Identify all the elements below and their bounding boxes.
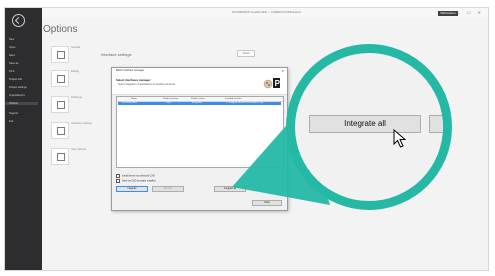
- user-options-icon: [57, 153, 65, 161]
- cell-status: Integrated: [192, 102, 202, 104]
- checkbox-box[interactable]: [116, 179, 120, 183]
- install-driver-checkbox[interactable]: Install driver into selected CAD: [116, 174, 155, 178]
- remove-button[interactable]: Remove: [152, 186, 184, 192]
- sidebar-item-exit[interactable]: Exit: [9, 120, 13, 123]
- page-title: Options: [43, 24, 78, 35]
- close-button[interactable]: Close: [252, 200, 282, 206]
- sidebar-item-save[interactable]: Save: [9, 54, 15, 57]
- integrate-all-button[interactable]: Integrate all: [214, 186, 246, 192]
- magnifier-lens: Integrate all: [286, 44, 452, 210]
- sidebar-item-support[interactable]: Support: [9, 112, 18, 115]
- sidebar-item-options[interactable]: Options: [5, 102, 38, 105]
- cell-location: C:\Program Files\SOLIDWORKS Corp: [226, 102, 264, 104]
- drawing-icon: [57, 101, 65, 109]
- sidebar-item-new[interactable]: New: [9, 38, 14, 41]
- category-general-label[interactable]: General: [71, 46, 80, 49]
- window-title: SOLIDWORKS Visualize 2016 — CADENAS PART…: [232, 11, 302, 14]
- category-general-tile[interactable]: [51, 46, 69, 63]
- sidebar: New Open Save Save as Print Project info…: [5, 8, 42, 270]
- cell-name: SOLIDWORKS: [122, 102, 137, 104]
- category-user-options-label[interactable]: User Options: [71, 148, 86, 151]
- category-drawings-tile[interactable]: [51, 96, 69, 113]
- batch-interface-dialog: Batch interface manager ✕ Select interfa…: [111, 67, 288, 211]
- column-header-version[interactable]: Product version: [163, 97, 178, 101]
- app-logo-icon: P: [263, 78, 281, 89]
- magnified-close-button[interactable]: [429, 115, 443, 133]
- dialog-heading: Select interfaces manager: [116, 78, 151, 82]
- mouse-cursor-icon: [393, 129, 407, 148]
- interface-icon: [57, 127, 65, 135]
- sidebar-item-open[interactable]: Open: [9, 46, 15, 49]
- save-template-checkbox[interactable]: Save as CAD template installed: [116, 179, 156, 183]
- category-editing-label[interactable]: Editing: [71, 70, 79, 73]
- column-header-name[interactable]: Name: [131, 97, 137, 101]
- cell-version: 2016: [166, 102, 171, 104]
- back-arrow-icon[interactable]: [12, 14, 25, 27]
- sidebar-item-project-settings[interactable]: Project settings: [9, 86, 27, 89]
- dialog-subheading: Select integration of applications to in…: [118, 83, 176, 86]
- checkbox-label: Install driver into selected CAD: [122, 174, 155, 178]
- table-row[interactable]: SOLIDWORKS 2016 Integrated C:\Program Fi…: [118, 102, 281, 105]
- panel-title: Interface settings: [101, 52, 132, 57]
- svg-text:P: P: [275, 79, 281, 88]
- category-interfaces-label[interactable]: Interfaces settings: [71, 122, 92, 125]
- magnifier-content: Integrate all: [295, 53, 443, 201]
- sidebar-item-import-export[interactable]: Import/Export: [9, 94, 25, 97]
- sidebar-item-project-info[interactable]: Project info: [9, 78, 22, 81]
- checkbox-box[interactable]: [116, 174, 120, 178]
- document-icon: [57, 75, 65, 83]
- general-icon: [57, 51, 65, 59]
- category-editing-tile[interactable]: [51, 70, 69, 87]
- title-bar: SOLIDWORKS Visualize 2016 — CADENAS PART…: [42, 8, 488, 18]
- sidebar-item-save-as[interactable]: Save as: [9, 62, 18, 65]
- interfaces-table: Name Product version Product status Inst…: [116, 96, 284, 168]
- integrate-button[interactable]: Integrate: [116, 186, 148, 192]
- column-header-location[interactable]: Installed location: [225, 97, 241, 101]
- category-interfaces-tile[interactable]: [51, 122, 69, 139]
- check-button[interactable]: Check: [237, 50, 255, 57]
- column-header-status[interactable]: Product status: [191, 97, 205, 101]
- checkbox-label: Save as CAD template installed: [122, 179, 156, 183]
- window-controls[interactable]: — ☐ ✕: [456, 10, 484, 15]
- sidebar-item-print[interactable]: Print: [9, 70, 14, 73]
- category-user-options-tile[interactable]: [51, 148, 69, 165]
- category-drawings-label[interactable]: Drawings: [71, 96, 82, 99]
